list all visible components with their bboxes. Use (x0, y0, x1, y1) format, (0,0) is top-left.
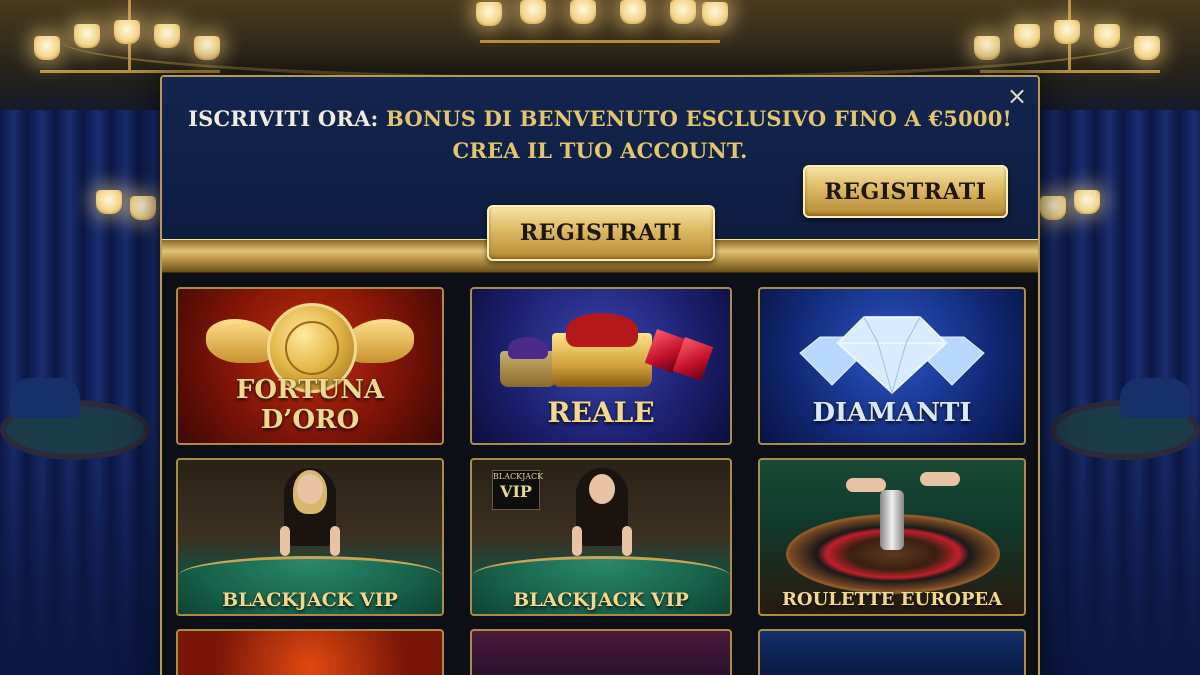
game-title: BLACKJACK VIP (513, 589, 689, 611)
roulette-spindle (880, 490, 904, 550)
register-button-top[interactable]: REGISTRATI (803, 165, 1008, 218)
game-title: ROULETTE EUROPEA (781, 589, 1003, 610)
register-button-center[interactable]: REGISTRATI (487, 205, 715, 261)
game-tile-diamanti[interactable]: DIAMANTI (758, 287, 1026, 445)
vip-sign: BLACKJACK VIP (492, 470, 543, 510)
dealer-avatar (572, 468, 632, 556)
background-chair (10, 378, 80, 418)
wall-sconce-right (1040, 190, 1110, 230)
diamond-icon (799, 316, 985, 395)
crown-icon (552, 313, 652, 387)
game-tile-slots-partial[interactable] (470, 629, 732, 675)
game-tile-fortuna-doro[interactable]: FORTUNA D’ORO (176, 287, 444, 445)
game-tile-partial[interactable] (176, 629, 444, 675)
background-chair (1120, 378, 1190, 418)
game-tile-blackjack-vip-1[interactable]: BLACKJACK VIP (176, 458, 444, 616)
game-title: BLACKJACK VIP (222, 589, 398, 611)
game-tile-blackjack-vip-2[interactable]: BLACKJACK VIP BLACKJACK VIP (470, 458, 732, 616)
games-grid: FORTUNA D’ORO REALE DIAMANTI BLACKJACK V… (176, 287, 1026, 675)
promo-text: ISCRIVITI ORA: BONUS DI BENVENUTO ESCLUS… (162, 103, 1038, 167)
promo-line-2: CREA IL TUO ACCOUNT. (452, 138, 748, 163)
chandelier-center (470, 0, 730, 70)
signup-modal: × ISCRIVITI ORA: BONUS DI BENVENUTO ESCL… (160, 75, 1040, 675)
game-title: DIAMANTI (812, 398, 972, 428)
promo-line-1: ISCRIVITI ORA: BONUS DI BENVENUTO ESCLUS… (162, 103, 1038, 135)
promo-bonus: BONUS DI BENVENUTO ESCLUSIVO FINO A €500… (386, 106, 1012, 131)
game-title: FORTUNA D’ORO (235, 375, 385, 435)
game-tile-reale[interactable]: REALE (470, 287, 732, 445)
wall-sconce-left (96, 190, 166, 230)
dealer-avatar (280, 468, 340, 556)
game-tile-roulette-partial[interactable] (758, 629, 1026, 675)
game-tile-roulette-europea[interactable]: ROULETTE EUROPEA (758, 458, 1026, 616)
crown-icon (500, 337, 556, 387)
dragon-icon (206, 319, 276, 363)
croupier-hand (920, 472, 960, 486)
game-title: REALE (547, 396, 655, 429)
croupier-hand (846, 478, 886, 492)
promo-cta: ISCRIVITI ORA: (188, 106, 387, 131)
